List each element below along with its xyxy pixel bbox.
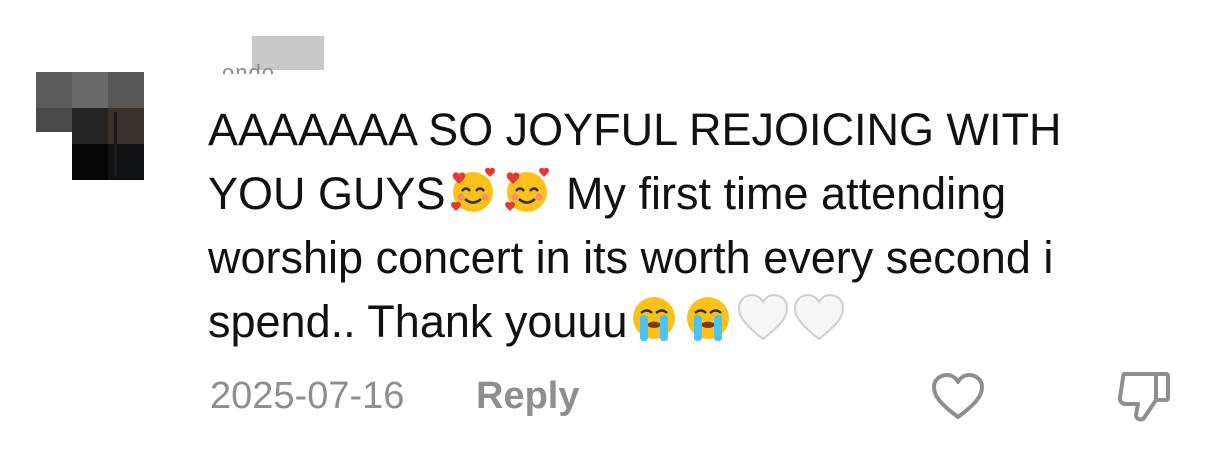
comment-line-3: worship concert in its worth every secon… xyxy=(208,232,1054,283)
white-heart-icon xyxy=(738,293,789,341)
username-label: ondo. xyxy=(222,62,282,74)
white-heart-icon xyxy=(794,293,845,341)
comment-line-4: spend.. Thank youuu xyxy=(208,296,628,347)
smiling-face-with-hearts-icon xyxy=(450,167,495,212)
heart-outline-icon[interactable] xyxy=(930,372,986,422)
comment-text: AAAAAAA SO JOYFUL REJOICING WITH YOU GUYS… xyxy=(208,98,1198,354)
loudly-crying-face-icon xyxy=(633,297,676,341)
comment-line-2-end: My first time attending xyxy=(553,168,1007,219)
avatar[interactable] xyxy=(36,72,146,182)
comment-date: 2025-07-16 xyxy=(210,375,405,417)
thumbs-down-icon[interactable] xyxy=(1114,368,1174,424)
comment-line-1: AAAAAAA SO JOYFUL REJOICING WITH xyxy=(208,104,1062,155)
loudly-crying-face-icon xyxy=(687,297,730,341)
smiling-face-with-hearts-icon xyxy=(504,167,549,212)
reply-button[interactable]: Reply xyxy=(476,374,579,418)
username[interactable]: ondo. xyxy=(222,36,352,80)
comment-line-2-start: YOU GUYS xyxy=(208,168,446,219)
